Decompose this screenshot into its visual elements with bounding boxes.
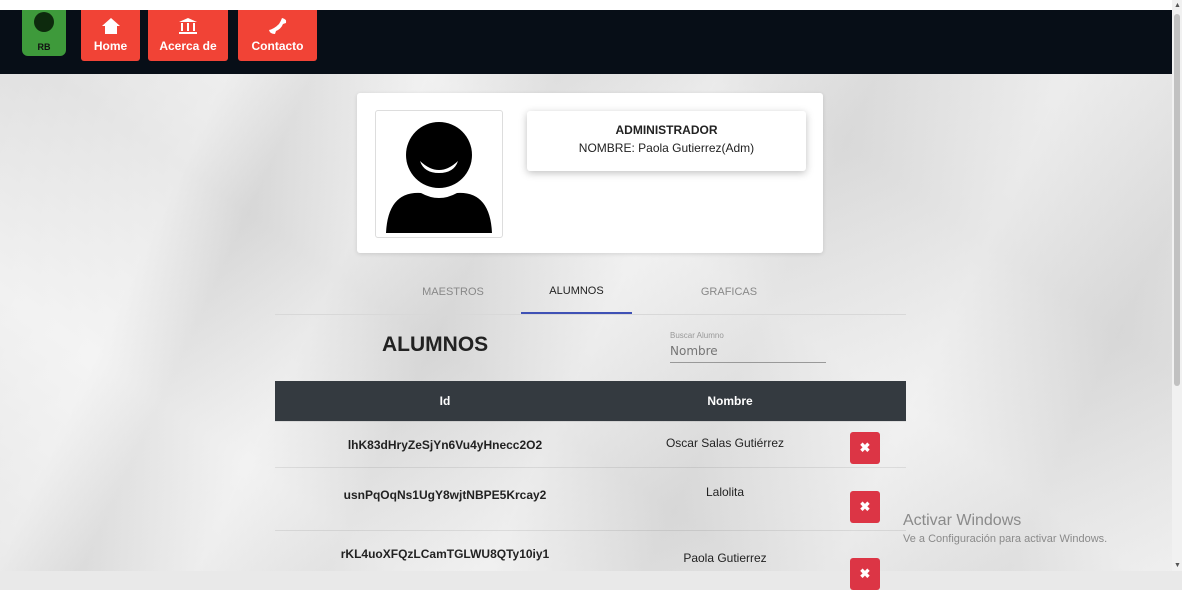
logo-emblem-icon xyxy=(34,12,54,32)
cell-id: usnPqOqNs1UgY8wjtNBPE5Krcay2 xyxy=(343,488,547,502)
role-label: ADMINISTRADOR xyxy=(615,123,718,137)
avatar xyxy=(375,110,503,238)
watermark-title: Activar Windows xyxy=(903,512,1022,529)
nav-home-button[interactable]: Home xyxy=(81,10,140,61)
navbar: RB Home Acerca de Contacto xyxy=(0,10,1172,74)
profile-card: ADMINISTRADOR NOMBRE: Paola Gutierrez(Ad… xyxy=(357,93,823,253)
tab-alumnos[interactable]: ALUMNOS xyxy=(521,270,632,314)
cell-nombre: Lalolita xyxy=(705,485,745,499)
user-avatar-icon xyxy=(386,122,492,233)
user-name: NOMBRE: Paola Gutierrez(Adm) xyxy=(578,141,755,155)
delete-button[interactable]: ✖ xyxy=(850,491,880,523)
search-input[interactable] xyxy=(670,344,826,363)
scroll-down-arrow-icon[interactable]: ▼ xyxy=(1174,562,1181,569)
cell-nombre: Oscar Salas Gutiérrez xyxy=(665,436,785,450)
search-field: Buscar Alumno xyxy=(670,331,826,363)
home-icon xyxy=(101,18,120,34)
delete-button[interactable]: ✖ xyxy=(850,432,880,464)
table-header: Id Nombre xyxy=(275,381,906,421)
cell-id: rKL4uoXFQzLCamTGLWU8QTy10iy1 xyxy=(340,547,550,561)
nav-home-label: Home xyxy=(93,39,128,53)
table-row: rKL4uoXFQzLCamTGLWU8QTy10iy1 Paola Gutie… xyxy=(275,530,906,590)
section-title: ALUMNOS xyxy=(382,333,489,356)
search-label: Buscar Alumno xyxy=(670,331,724,340)
delete-button[interactable]: ✖ xyxy=(850,558,880,590)
watermark-subtitle: Ve a Configuración para activar Windows. xyxy=(903,533,1108,545)
students-table: Id Nombre lhK83dHryZeSjYn6Vu4yHnecc2O2 O… xyxy=(275,381,906,590)
logo[interactable]: RB xyxy=(22,10,66,56)
tab-bar: MAESTROS ALUMNOS GRAFICAS xyxy=(275,270,906,315)
table-row: lhK83dHryZeSjYn6Vu4yHnecc2O2 Oscar Salas… xyxy=(275,421,906,467)
scroll-up-arrow-icon[interactable]: ▲ xyxy=(1174,2,1181,9)
column-header-nombre: Nombre xyxy=(707,394,753,408)
admin-info-card: ADMINISTRADOR NOMBRE: Paola Gutierrez(Ad… xyxy=(527,111,806,171)
column-header-id: Id xyxy=(439,394,451,408)
phone-icon xyxy=(268,18,286,34)
windows-activation-watermark: Activar Windows Ve a Configuración para … xyxy=(903,512,1107,545)
scrollbar-thumb[interactable] xyxy=(1174,14,1180,386)
logo-text: RB xyxy=(37,42,51,52)
cell-id: lhK83dHryZeSjYn6Vu4yHnecc2O2 xyxy=(347,438,543,452)
tab-maestros[interactable]: MAESTROS xyxy=(388,270,518,313)
nav-about-label: Acerca de xyxy=(159,39,217,53)
nav-contact-button[interactable]: Contacto xyxy=(238,10,317,61)
page-scrollbar[interactable]: ▲ ▼ xyxy=(1172,0,1182,571)
nav-contact-label: Contacto xyxy=(251,39,304,53)
cell-nombre: Paola Gutierrez xyxy=(683,551,767,565)
tab-graficas[interactable]: GRAFICAS xyxy=(659,270,799,313)
bank-icon xyxy=(179,18,197,34)
table-row: usnPqOqNs1UgY8wjtNBPE5Krcay2 Lalolita ✖ xyxy=(275,467,906,530)
nav-about-button[interactable]: Acerca de xyxy=(148,10,228,61)
top-strip xyxy=(0,0,1182,10)
